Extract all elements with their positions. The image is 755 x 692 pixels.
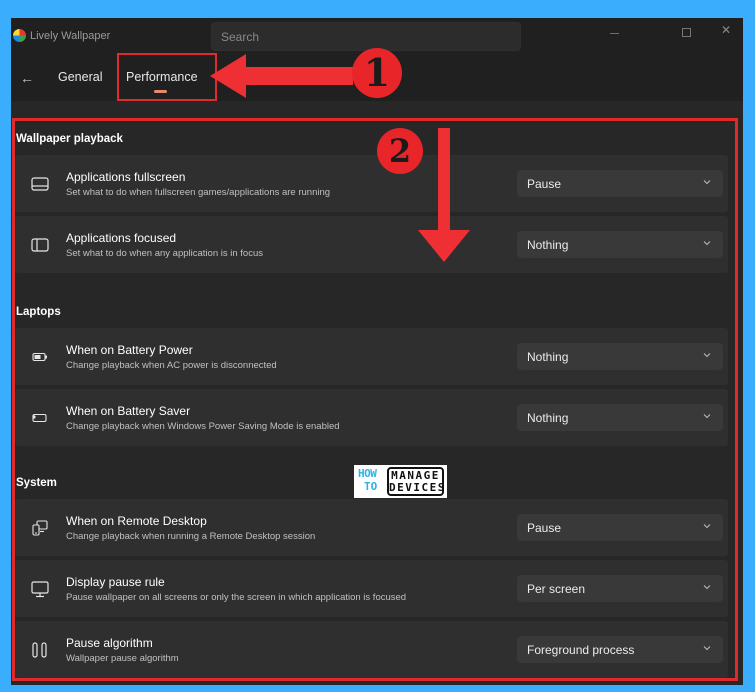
back-button[interactable]: ← (17, 68, 37, 88)
app-title: Lively Wallpaper (30, 30, 111, 42)
app-logo-icon (13, 29, 26, 42)
annotation-box-performance-tab (117, 53, 217, 101)
minimize-icon (609, 33, 619, 35)
close-button[interactable]: ✕ (704, 20, 743, 44)
tab-general[interactable]: General (58, 70, 102, 84)
annotation-arrow-left-icon (210, 54, 353, 98)
annotation-box-settings (12, 118, 738, 681)
watermark-how: HOW (358, 467, 377, 480)
annotation-badge-1: 1 (352, 48, 402, 98)
annotation-badge-2: 2 (377, 128, 423, 174)
search-box[interactable] (211, 22, 521, 51)
maximize-icon (681, 27, 691, 37)
annotation-arrow-down-icon (418, 128, 470, 262)
watermark-logo: HOW TO MANAGE DEVICES (354, 465, 447, 498)
watermark-manage-devices: MANAGE DEVICES (387, 467, 444, 496)
watermark-to: TO (364, 480, 378, 493)
watermark-devices: DEVICES (389, 481, 446, 494)
maximize-button[interactable] (664, 20, 708, 44)
back-arrow-icon: ← (20, 70, 34, 86)
minimize-button[interactable] (592, 20, 636, 44)
close-icon: ✕ (720, 23, 732, 37)
search-input[interactable] (212, 23, 520, 50)
